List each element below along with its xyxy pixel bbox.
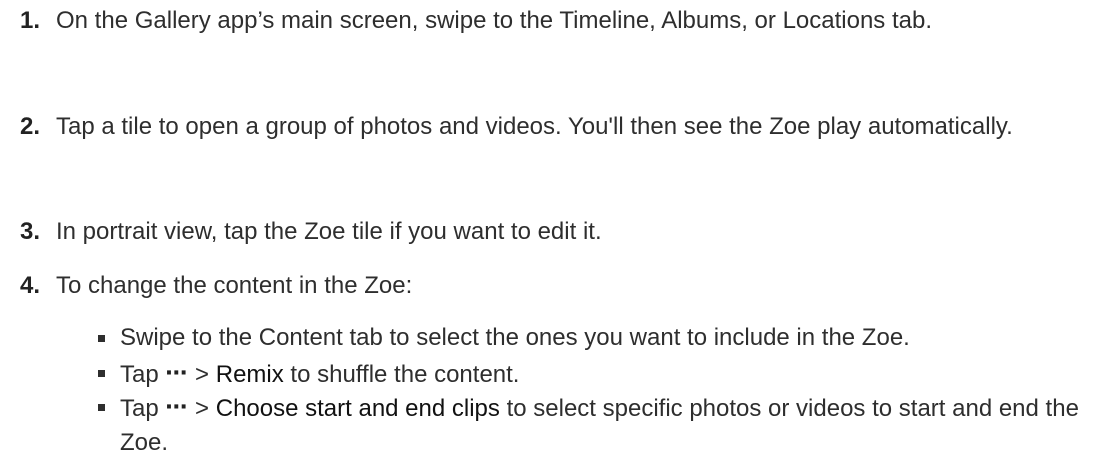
step-number: 2. bbox=[20, 113, 41, 140]
bullet-item-content-tab: Swipe to the Content tab to select the o… bbox=[0, 321, 1119, 357]
bullet-item-choose-clips: Tap ⋯ > Choose start and end clips to se… bbox=[0, 390, 1119, 456]
menu-option-choose-clips: Choose start and end clips bbox=[215, 395, 500, 422]
step-text: To change the content in the Zoe: bbox=[56, 272, 413, 299]
bullet-prefix: Tap bbox=[120, 361, 159, 388]
step-number: 3. bbox=[20, 218, 41, 245]
step-text: In portrait view, tap the Zoe tile if yo… bbox=[56, 218, 602, 245]
step-text: Tap a tile to open a group of photos and… bbox=[56, 113, 1013, 140]
step-4: 4. To change the content in the Zoe: bbox=[0, 269, 1119, 305]
step-number: 1. bbox=[20, 7, 41, 34]
step-text: On the Gallery app’s main screen, swipe … bbox=[56, 7, 932, 34]
bullet-text: Tap ⋯ > Choose start and end clips to se… bbox=[120, 390, 1099, 460]
bullet-square-icon bbox=[98, 370, 105, 377]
bullet-prefix: Tap bbox=[120, 395, 159, 422]
bullet-square-icon bbox=[98, 404, 105, 411]
step-number: 4. bbox=[20, 272, 41, 299]
more-dots-icon: ⋯ bbox=[165, 394, 189, 419]
instructions-page: 1. On the Gallery app’s main screen, swi… bbox=[0, 0, 1119, 456]
menu-separator: > bbox=[195, 395, 210, 422]
step-1: 1. On the Gallery app’s main screen, swi… bbox=[0, 4, 1119, 76]
menu-separator: > bbox=[195, 361, 210, 388]
more-dots-icon: ⋯ bbox=[165, 360, 189, 385]
bullet-text: Swipe to the Content tab to select the o… bbox=[120, 324, 910, 351]
bullet-item-remix: Tap ⋯ > Remix to shuffle the content. bbox=[0, 356, 1119, 392]
step-3: 3. In portrait view, tap the Zoe tile if… bbox=[0, 215, 1119, 251]
bullet-suffix: to shuffle the content. bbox=[290, 361, 520, 388]
bullet-text: Tap ⋯ > Remix to shuffle the content. bbox=[120, 356, 1099, 392]
bullet-square-icon bbox=[98, 335, 105, 342]
step-2: 2. Tap a tile to open a group of photos … bbox=[0, 110, 1119, 182]
menu-option-remix: Remix bbox=[215, 361, 284, 388]
